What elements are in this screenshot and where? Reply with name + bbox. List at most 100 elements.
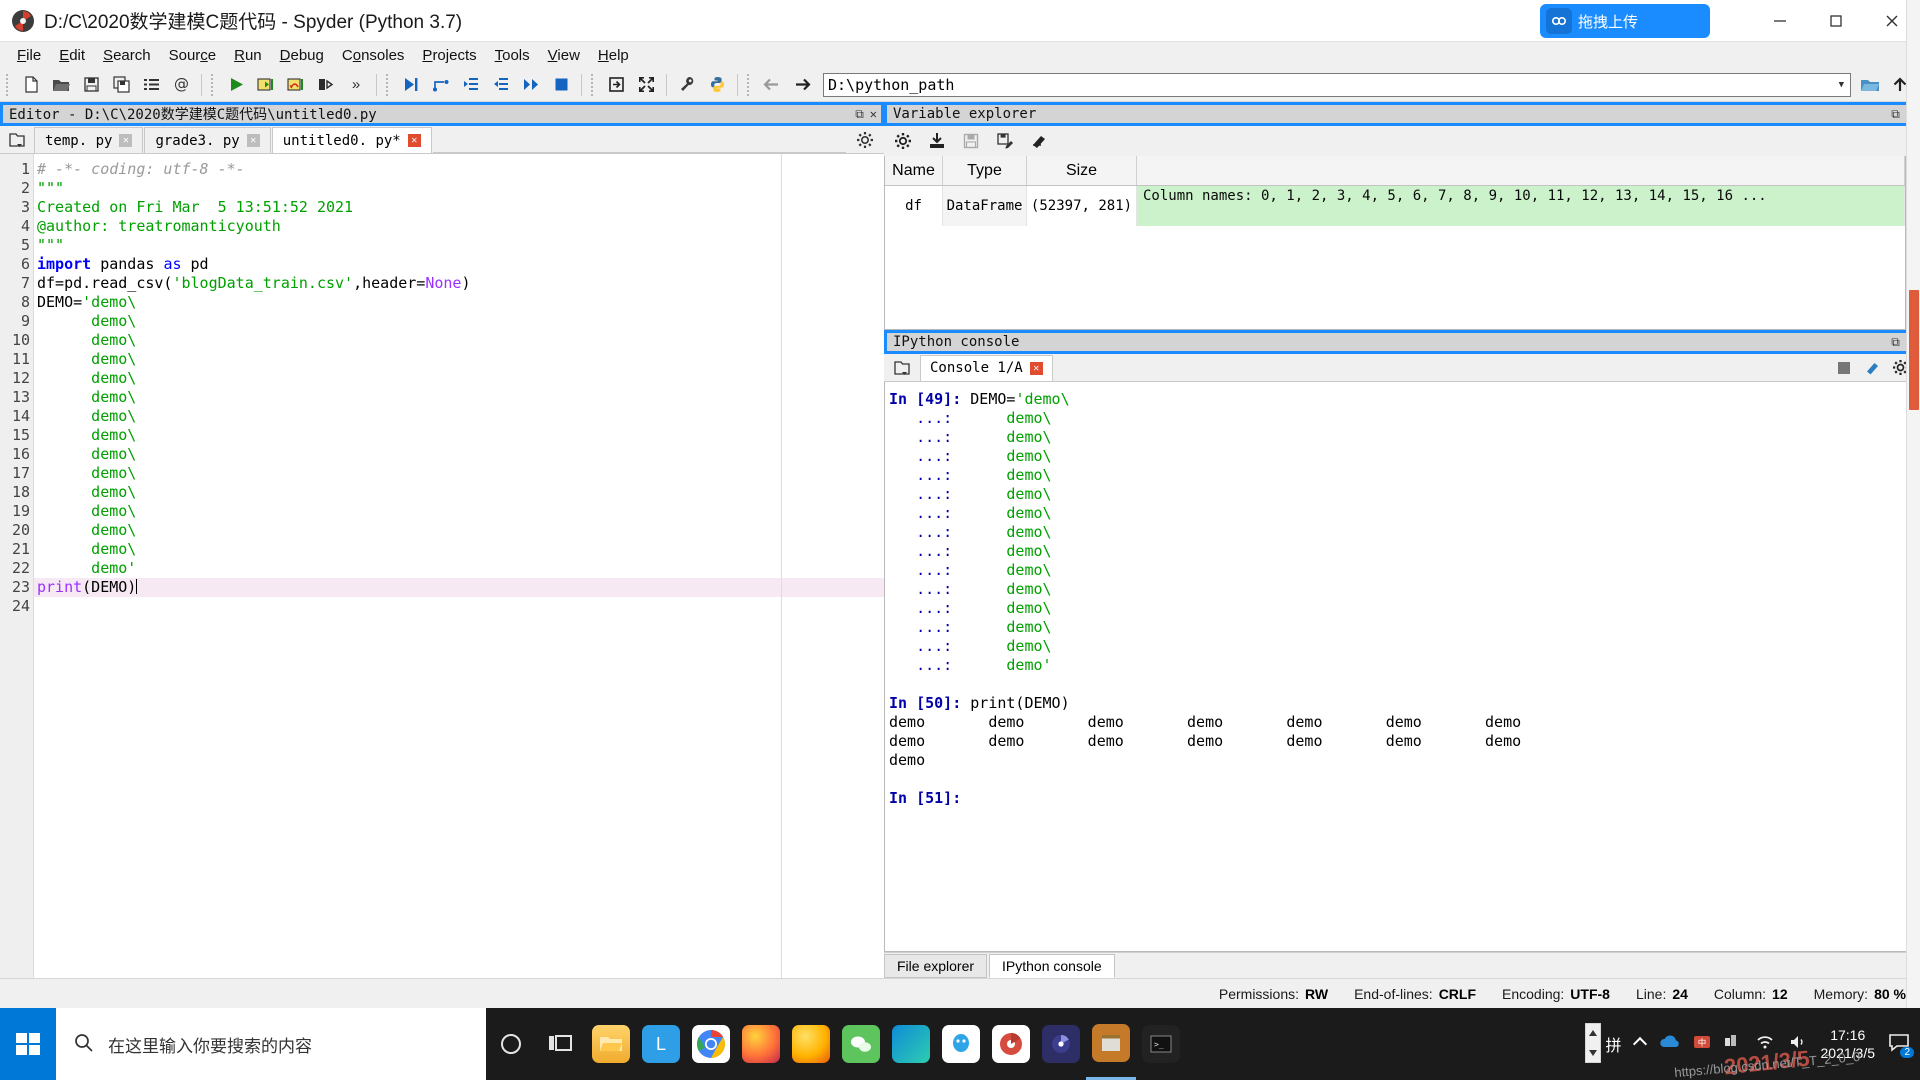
code-line[interactable]: demo\: [34, 312, 884, 331]
browse-tabs-icon[interactable]: [889, 355, 915, 381]
onedrive-icon[interactable]: [1658, 1034, 1680, 1054]
code-line[interactable]: demo\: [34, 502, 884, 521]
ime-tool-icon[interactable]: 中: [1693, 1033, 1711, 1055]
action-center-icon[interactable]: 2: [1888, 1032, 1914, 1058]
stop-icon[interactable]: [1832, 356, 1856, 380]
save-as-icon[interactable]: [991, 127, 1019, 155]
firefox-icon[interactable]: [736, 1008, 786, 1080]
menu-debug[interactable]: Debug: [271, 45, 333, 66]
step-into-icon[interactable]: [457, 71, 485, 99]
toolbar-grip[interactable]: [6, 73, 12, 96]
menu-run[interactable]: Run: [225, 45, 271, 66]
qq-icon[interactable]: [936, 1008, 986, 1080]
menu-tools[interactable]: Tools: [486, 45, 539, 66]
anaconda-icon[interactable]: [986, 1008, 1036, 1080]
menu-edit[interactable]: Edit: [50, 45, 94, 66]
ime-label[interactable]: 拼: [1605, 1032, 1621, 1056]
file-list-icon[interactable]: [137, 71, 165, 99]
minimize-button[interactable]: [1752, 0, 1808, 42]
toolbar-grip-view[interactable]: [591, 73, 597, 96]
firefox-dev-icon[interactable]: [786, 1008, 836, 1080]
spyder-active-icon[interactable]: [1086, 1008, 1136, 1080]
code-line[interactable]: """: [34, 236, 884, 255]
maximize-pane-icon[interactable]: [602, 71, 630, 99]
upload-button[interactable]: 拖拽上传: [1540, 4, 1710, 38]
code-line[interactable]: DEMO='demo\: [34, 293, 884, 312]
tab-ipython-console[interactable]: IPython console: [989, 954, 1115, 978]
menu-consoles[interactable]: Consoles: [333, 45, 414, 66]
undock-icon[interactable]: ⧉: [1891, 107, 1900, 122]
line-app-icon[interactable]: L: [636, 1008, 686, 1080]
undock-icon[interactable]: ⧉: [1891, 335, 1900, 350]
fullscreen-icon[interactable]: [632, 71, 660, 99]
close-tab-icon[interactable]: ✕: [1029, 361, 1043, 375]
code-line[interactable]: @author: treatromanticyouth: [34, 217, 884, 236]
column-header-value[interactable]: [1137, 156, 1905, 185]
windows-start-icon[interactable]: [0, 1008, 56, 1080]
table-row[interactable]: df DataFrame (52397, 281) Column names: …: [885, 186, 1905, 226]
maximize-button[interactable]: [1808, 0, 1864, 42]
code-line[interactable]: print(DEMO): [34, 578, 884, 597]
code-line[interactable]: demo\: [34, 540, 884, 559]
continue-icon[interactable]: [517, 71, 545, 99]
forward-icon[interactable]: [788, 71, 816, 99]
menu-view[interactable]: View: [539, 45, 589, 66]
column-header-type[interactable]: Type: [943, 156, 1027, 185]
close-tab-icon[interactable]: ✕: [119, 134, 133, 147]
wechat-icon[interactable]: [836, 1008, 886, 1080]
gear-icon[interactable]: [852, 127, 878, 153]
console-scrollbar[interactable]: [1906, 0, 1920, 1080]
preferences-icon[interactable]: [673, 71, 701, 99]
code-line[interactable]: demo\: [34, 350, 884, 369]
code-line[interactable]: demo\: [34, 331, 884, 350]
terminal-icon[interactable]: >_: [1136, 1008, 1186, 1080]
code-line[interactable]: Created on Fri Mar 5 13:51:52 2021: [34, 198, 884, 217]
step-over-icon[interactable]: [427, 71, 455, 99]
run-cell-advance-icon[interactable]: [282, 71, 310, 99]
code-editor[interactable]: 1 2 3 4 5 6 7 8 9 10 11 12 13 14 15 16 17 18 19 20 21 22 23 24 …: [0, 154, 884, 978]
cortana-circle-icon[interactable]: [486, 1008, 536, 1080]
step-return-icon[interactable]: [487, 71, 515, 99]
menu-projects[interactable]: Projects: [413, 45, 485, 66]
code-line[interactable]: import pandas as pd: [34, 255, 884, 274]
save-all-icon[interactable]: [107, 71, 135, 99]
menu-file[interactable]: File: [8, 45, 50, 66]
code-line[interactable]: demo\: [34, 388, 884, 407]
toolbar-grip-nav[interactable]: [747, 73, 753, 96]
file-explorer-icon[interactable]: [586, 1008, 636, 1080]
run-cell-icon[interactable]: [252, 71, 280, 99]
close-icon[interactable]: ✕: [870, 107, 877, 122]
code-line[interactable]: demo\: [34, 426, 884, 445]
code-line[interactable]: """: [34, 179, 884, 198]
new-file-icon[interactable]: [17, 71, 45, 99]
import-data-icon[interactable]: [923, 127, 951, 155]
toolbar-overflow-icon[interactable]: »: [342, 71, 370, 99]
run-file-icon[interactable]: [222, 71, 250, 99]
folder-open-icon[interactable]: [1856, 71, 1884, 99]
tab-file-explorer[interactable]: File explorer: [884, 954, 988, 978]
ime-scroll-buttons[interactable]: [1584, 1022, 1602, 1066]
column-header-size[interactable]: Size: [1027, 156, 1137, 185]
pythonpath-icon[interactable]: [703, 71, 731, 99]
close-tab-icon[interactable]: ✕: [246, 134, 260, 147]
toolbar-grip-run[interactable]: [211, 73, 217, 96]
chrome-icon[interactable]: [686, 1008, 736, 1080]
search-input[interactable]: 在这里输入你要搜索的内容: [56, 1008, 486, 1080]
stop-debug-icon[interactable]: [547, 71, 575, 99]
code-line[interactable]: demo\: [34, 407, 884, 426]
console-tab-1a[interactable]: Console 1/A ✕: [920, 354, 1053, 381]
show-hidden-icon[interactable]: [1632, 1036, 1647, 1053]
close-tab-icon[interactable]: ✕: [407, 134, 421, 147]
browse-tabs-icon[interactable]: [4, 127, 30, 153]
code-line[interactable]: df=pd.read_csv('blogData_train.csv',head…: [34, 274, 884, 293]
code-line[interactable]: demo\: [34, 445, 884, 464]
edge-icon[interactable]: [886, 1008, 936, 1080]
chevron-down-icon[interactable]: ▼: [1839, 80, 1844, 90]
menu-search[interactable]: Search: [94, 45, 160, 66]
save-data-icon[interactable]: [957, 127, 985, 155]
menu-source[interactable]: Source: [160, 45, 226, 66]
code-line[interactable]: demo\: [34, 369, 884, 388]
gear-icon[interactable]: [889, 127, 917, 155]
editor-tab-temp[interactable]: temp. py ✕: [34, 127, 144, 153]
code-line[interactable]: demo\: [34, 464, 884, 483]
